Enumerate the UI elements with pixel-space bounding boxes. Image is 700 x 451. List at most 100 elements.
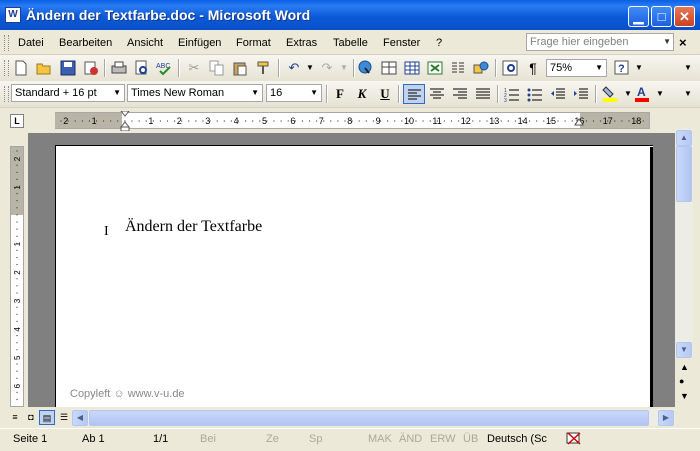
menu-tabelle[interactable]: Tabelle xyxy=(333,37,368,49)
tables-borders-icon[interactable] xyxy=(381,60,397,76)
insert-excel-icon[interactable] xyxy=(427,60,443,76)
columns-icon[interactable] xyxy=(450,60,466,76)
cut-icon[interactable]: ✂ xyxy=(186,60,202,76)
menu-datei[interactable]: Datei xyxy=(18,37,44,49)
document-text[interactable]: Ändern der Textfarbe xyxy=(125,218,262,236)
format-painter-icon[interactable] xyxy=(256,60,272,76)
ruler-tick xyxy=(117,120,119,122)
menu-format[interactable]: Format xyxy=(236,37,271,49)
help-search-input[interactable]: Frage hier eingeben ▼ xyxy=(526,33,674,51)
normal-view-icon[interactable]: ≡ xyxy=(7,410,23,425)
decrease-indent-icon[interactable] xyxy=(550,86,566,102)
browse-object-icon[interactable]: ● xyxy=(679,376,684,386)
toolbar-grip[interactable] xyxy=(4,86,9,102)
spelling-status-icon[interactable] xyxy=(565,431,583,446)
redo-icon[interactable]: ↷ xyxy=(319,60,335,76)
menu-ansicht[interactable]: Ansicht xyxy=(127,37,163,49)
horizontal-scroll-thumb[interactable] xyxy=(89,410,649,426)
menu-grip[interactable] xyxy=(4,35,9,51)
drawing-icon[interactable] xyxy=(473,60,489,76)
chevron-down-icon[interactable]: ▼ xyxy=(310,88,318,97)
scroll-left-button[interactable]: ◀ xyxy=(72,410,88,426)
vertical-scroll-thumb[interactable] xyxy=(676,146,692,202)
menu-einfuegen[interactable]: Einfügen xyxy=(178,37,221,49)
menu-extras[interactable]: Extras xyxy=(286,37,317,49)
minimize-button[interactable]: ▁ xyxy=(628,6,649,27)
document-close-button[interactable]: × xyxy=(679,35,687,50)
close-button[interactable]: ✕ xyxy=(674,6,695,27)
help-icon[interactable]: ? xyxy=(614,60,630,76)
status-language[interactable]: Deutsch (Sc xyxy=(487,433,547,445)
chevron-down-icon[interactable]: ▼ xyxy=(336,60,352,76)
save-icon[interactable] xyxy=(60,60,76,76)
status-macro[interactable]: MAK xyxy=(368,433,392,445)
chevron-down-icon[interactable]: ▼ xyxy=(595,63,603,72)
undo-icon[interactable]: ↶ xyxy=(286,60,302,76)
status-extend[interactable]: ERW xyxy=(430,433,455,445)
toolbar-options-icon[interactable]: ▼ xyxy=(680,60,696,76)
status-track-changes[interactable]: ÄND xyxy=(399,433,422,445)
page-shadow xyxy=(650,147,653,410)
tab-selector[interactable]: L xyxy=(10,114,24,128)
scroll-up-button[interactable]: ▲ xyxy=(676,130,692,146)
status-overtype[interactable]: ÜB xyxy=(463,433,478,445)
ruler-tick xyxy=(465,120,467,122)
chevron-down-icon[interactable]: ▼ xyxy=(663,37,671,46)
maximize-button[interactable]: □ xyxy=(651,6,672,27)
word-app-icon[interactable]: W xyxy=(5,7,21,23)
print-icon[interactable] xyxy=(111,60,127,76)
font-select[interactable]: Times New Roman ▼ xyxy=(127,84,263,102)
spelling-icon[interactable]: ABC xyxy=(156,60,172,76)
right-indent-marker-icon[interactable] xyxy=(574,118,584,128)
document-map-icon[interactable] xyxy=(502,60,518,76)
bullets-icon[interactable] xyxy=(527,86,543,102)
chevron-down-icon[interactable]: ▼ xyxy=(302,60,318,76)
numbering-icon[interactable]: 123 xyxy=(504,86,520,104)
show-formatting-icon[interactable]: ¶ xyxy=(525,60,541,76)
copy-icon[interactable] xyxy=(209,60,225,76)
ruler-tick xyxy=(138,120,140,122)
open-folder-icon[interactable] xyxy=(36,60,52,76)
paste-icon[interactable] xyxy=(232,60,248,76)
new-document-icon[interactable] xyxy=(13,60,29,76)
highlight-icon[interactable] xyxy=(602,85,618,102)
web-view-icon[interactable]: ◘ xyxy=(23,410,39,425)
toolbar-separator xyxy=(178,59,180,77)
previous-page-icon[interactable]: ▲ xyxy=(680,362,689,372)
underline-button[interactable]: U xyxy=(377,86,393,102)
chevron-down-icon[interactable]: ▼ xyxy=(251,88,259,97)
align-right-icon[interactable] xyxy=(452,86,468,102)
insert-table-icon[interactable] xyxy=(404,60,420,76)
menu-help[interactable]: ? xyxy=(436,37,442,49)
scroll-right-button[interactable]: ▶ xyxy=(658,410,674,426)
font-size-select[interactable]: 16 ▼ xyxy=(266,84,322,102)
zoom-select[interactable]: 75% ▼ xyxy=(546,59,607,77)
chevron-down-icon[interactable]: ▼ xyxy=(652,86,668,102)
menu-fenster[interactable]: Fenster xyxy=(383,37,420,49)
ruler-tick xyxy=(635,120,637,122)
vertical-ruler-tick xyxy=(16,306,18,308)
scroll-down-button[interactable]: ▼ xyxy=(676,342,692,358)
justify-icon[interactable] xyxy=(475,86,491,102)
font-color-icon[interactable]: A xyxy=(634,85,650,102)
indent-marker-icon[interactable] xyxy=(119,110,131,132)
chevron-down-icon[interactable]: ▼ xyxy=(631,60,647,76)
document-page[interactable] xyxy=(55,145,653,411)
italic-button[interactable]: K xyxy=(354,86,370,102)
permission-icon[interactable] xyxy=(83,60,99,76)
align-center-icon[interactable] xyxy=(429,86,445,102)
outline-view-icon[interactable]: ☰ xyxy=(56,410,72,425)
align-left-button[interactable] xyxy=(403,84,425,104)
toolbar-options-icon[interactable]: ▼ xyxy=(680,86,696,102)
print-layout-view-icon[interactable]: ▤ xyxy=(39,410,55,425)
ruler-tick xyxy=(287,120,289,122)
toolbar-grip[interactable] xyxy=(4,60,9,76)
bold-button[interactable]: F xyxy=(332,86,348,102)
increase-indent-icon[interactable] xyxy=(573,86,589,102)
next-page-icon[interactable]: ▼ xyxy=(680,391,689,401)
print-preview-icon[interactable] xyxy=(134,60,150,76)
menu-bearbeiten[interactable]: Bearbeiten xyxy=(59,37,112,49)
style-select[interactable]: Standard + 16 pt ▼ xyxy=(11,84,125,102)
chevron-down-icon[interactable]: ▼ xyxy=(113,88,121,97)
hyperlink-icon[interactable] xyxy=(358,60,374,76)
